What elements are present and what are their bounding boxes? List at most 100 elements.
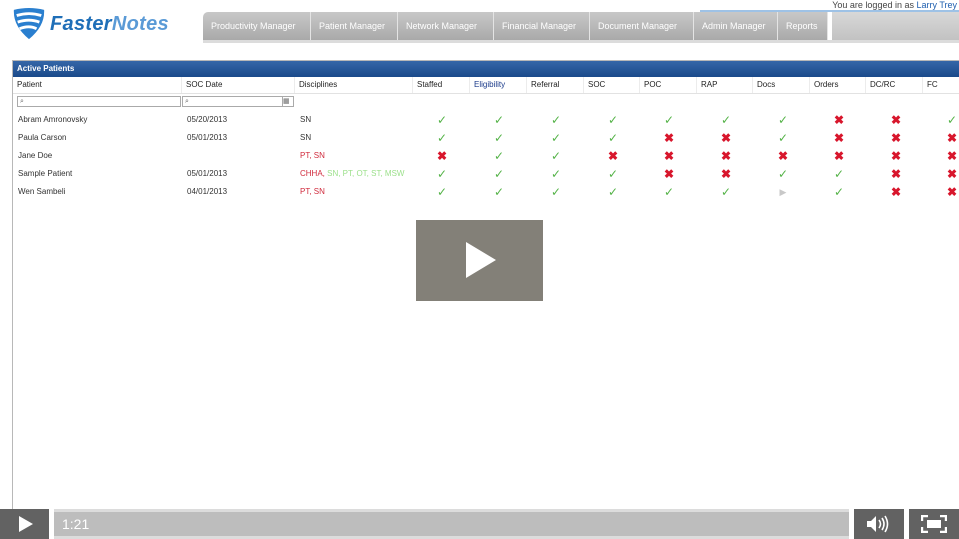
search-icon: ⌕ [185, 98, 189, 105]
check-icon[interactable]: ✓ [716, 183, 736, 201]
column-header-docs[interactable]: Docs [753, 77, 810, 93]
table-row[interactable]: Jane Doe PT, SN ✖ ✓ ✓ ✖ ✖ ✖ ✖ ✖ ✖ ✖ [13, 147, 959, 165]
table-row[interactable]: Sample Patient 05/01/2013 CHHA, SN, PT, OT… [13, 165, 959, 183]
nav-tab-admin-manager[interactable]: Admin Manager [694, 12, 778, 40]
cross-icon[interactable]: ✖ [829, 147, 849, 165]
check-icon[interactable]: ✓ [489, 165, 509, 183]
login-status: You are logged in as Larry Trey [832, 0, 957, 10]
check-icon[interactable]: ✓ [432, 165, 452, 183]
volume-icon [867, 515, 889, 533]
check-icon[interactable]: ✓ [546, 129, 566, 147]
patient-name-link[interactable]: Sample Patient [14, 165, 72, 183]
cross-icon[interactable]: ✖ [942, 165, 959, 183]
check-icon[interactable]: ✓ [829, 183, 849, 201]
column-header-patient[interactable]: Patient [13, 77, 182, 93]
fasternotes-logo[interactable]: FasterNotes [10, 6, 202, 42]
cross-icon[interactable]: ✖ [829, 111, 849, 129]
volume-button[interactable] [854, 509, 904, 539]
cross-icon[interactable]: ✖ [886, 111, 906, 129]
check-icon[interactable]: ✓ [546, 165, 566, 183]
check-icon[interactable]: ✓ [603, 129, 623, 147]
table-row[interactable]: Paula Carson 05/01/2013 SN ✓ ✓ ✓ ✓ ✖ ✖ ✓ ✖ ✖ ✖ [13, 129, 959, 147]
check-icon[interactable]: ✓ [546, 111, 566, 129]
progress-scrubber[interactable] [54, 509, 849, 539]
column-header-disciplines[interactable]: Disciplines [295, 77, 413, 93]
cross-icon[interactable]: ✖ [829, 129, 849, 147]
cross-icon[interactable]: ✖ [716, 147, 736, 165]
cross-icon[interactable]: ✖ [886, 129, 906, 147]
check-icon[interactable]: ✓ [489, 129, 509, 147]
fullscreen-button[interactable] [909, 509, 959, 539]
cross-icon[interactable]: ✖ [942, 147, 959, 165]
nav-tab-productivity-manager[interactable]: Productivity Manager [203, 12, 311, 40]
nav-tab-financial-manager[interactable]: Financial Manager [494, 12, 590, 40]
check-icon[interactable]: ✓ [432, 129, 452, 147]
check-icon[interactable]: ✓ [603, 165, 623, 183]
column-header-fc[interactable]: FC [923, 77, 959, 93]
check-icon[interactable]: ✓ [489, 183, 509, 201]
cross-icon[interactable]: ✖ [603, 147, 623, 165]
patient-list: Abram Amronovsky 05/20/2013 SN ✓ ✓ ✓ ✓ ✓ ✓ ✓ ✖ ✖ ✓ Pa… [13, 111, 959, 201]
nav-tab-reports[interactable]: Reports [778, 12, 828, 40]
pending-icon[interactable]: ▶ [773, 183, 793, 201]
check-icon[interactable]: ✓ [489, 111, 509, 129]
column-header-orders[interactable]: Orders [810, 77, 866, 93]
column-header-poc[interactable]: POC [640, 77, 697, 93]
table-row[interactable]: Wen Sambeli 04/01/2013 PT, SN ✓ ✓ ✓ ✓ ✓ ✓ ▶ ✓ ✖ ✖ [13, 183, 959, 201]
cross-icon[interactable]: ✖ [716, 129, 736, 147]
soc-date: 05/01/2013 [187, 169, 228, 178]
play-icon [19, 516, 33, 532]
login-user-link[interactable]: Larry Trey [916, 0, 957, 10]
check-icon[interactable]: ✓ [773, 111, 793, 129]
calendar-icon[interactable]: ▦ [282, 97, 292, 106]
check-icon[interactable]: ✓ [716, 111, 736, 129]
video-controls: 1:21 [0, 509, 959, 539]
check-icon[interactable]: ✓ [546, 183, 566, 201]
soc-date-filter-input[interactable]: ⌕ ▦ [182, 96, 294, 107]
soc-date: 05/20/2013 [187, 115, 228, 124]
check-icon[interactable]: ✓ [603, 183, 623, 201]
column-header-rap[interactable]: RAP [697, 77, 753, 93]
check-icon[interactable]: ✓ [432, 183, 452, 201]
cross-icon[interactable]: ✖ [886, 147, 906, 165]
check-icon[interactable]: ✓ [659, 111, 679, 129]
patient-name-link[interactable]: Abram Amronovsky [14, 111, 87, 129]
patient-filter-input[interactable]: ⌕ [17, 96, 181, 107]
cross-icon[interactable]: ✖ [942, 183, 959, 201]
check-icon[interactable]: ✓ [489, 147, 509, 165]
column-header-staffed[interactable]: Staffed [413, 77, 470, 93]
check-icon[interactable]: ✓ [773, 165, 793, 183]
cross-icon[interactable]: ✖ [659, 129, 679, 147]
cross-icon[interactable]: ✖ [659, 165, 679, 183]
check-icon[interactable]: ✓ [603, 111, 623, 129]
column-header-eligibility[interactable]: Eligibility [470, 77, 527, 93]
nav-tab-network-manager[interactable]: Network Manager [398, 12, 494, 40]
column-header-soc-date[interactable]: SOC Date [182, 77, 295, 93]
check-icon[interactable]: ✓ [546, 147, 566, 165]
cross-icon[interactable]: ✖ [886, 165, 906, 183]
cross-icon[interactable]: ✖ [942, 129, 959, 147]
column-header-soc[interactable]: SOC [584, 77, 640, 93]
cross-icon[interactable]: ✖ [659, 147, 679, 165]
check-icon[interactable]: ✓ [942, 111, 959, 129]
check-icon[interactable]: ✓ [432, 111, 452, 129]
video-play-button[interactable] [416, 220, 543, 301]
check-icon[interactable]: ✓ [829, 165, 849, 183]
nav-tab-patient-manager[interactable]: Patient Manager [311, 12, 398, 40]
column-header-dc-rc[interactable]: DC/RC [866, 77, 923, 93]
patient-name-link[interactable]: Paula Carson [14, 129, 66, 147]
cross-icon[interactable]: ✖ [432, 147, 452, 165]
check-icon[interactable]: ✓ [773, 129, 793, 147]
cross-icon[interactable]: ✖ [886, 183, 906, 201]
play-toggle-button[interactable] [0, 509, 49, 539]
column-header-referral[interactable]: Referral [527, 77, 584, 93]
check-icon[interactable]: ✓ [659, 183, 679, 201]
disciplines: CHHA, SN, PT, OT, ST, MSW [296, 165, 404, 183]
patient-name-link[interactable]: Wen Sambeli [14, 183, 65, 201]
nav-tab-document-manager[interactable]: Document Manager [590, 12, 694, 40]
table-row[interactable]: Abram Amronovsky 05/20/2013 SN ✓ ✓ ✓ ✓ ✓ ✓ ✓ ✖ ✖ ✓ [13, 111, 959, 129]
cross-icon[interactable]: ✖ [773, 147, 793, 165]
cross-icon[interactable]: ✖ [716, 165, 736, 183]
play-icon [466, 242, 496, 278]
patient-name-link[interactable]: Jane Doe [14, 147, 52, 165]
